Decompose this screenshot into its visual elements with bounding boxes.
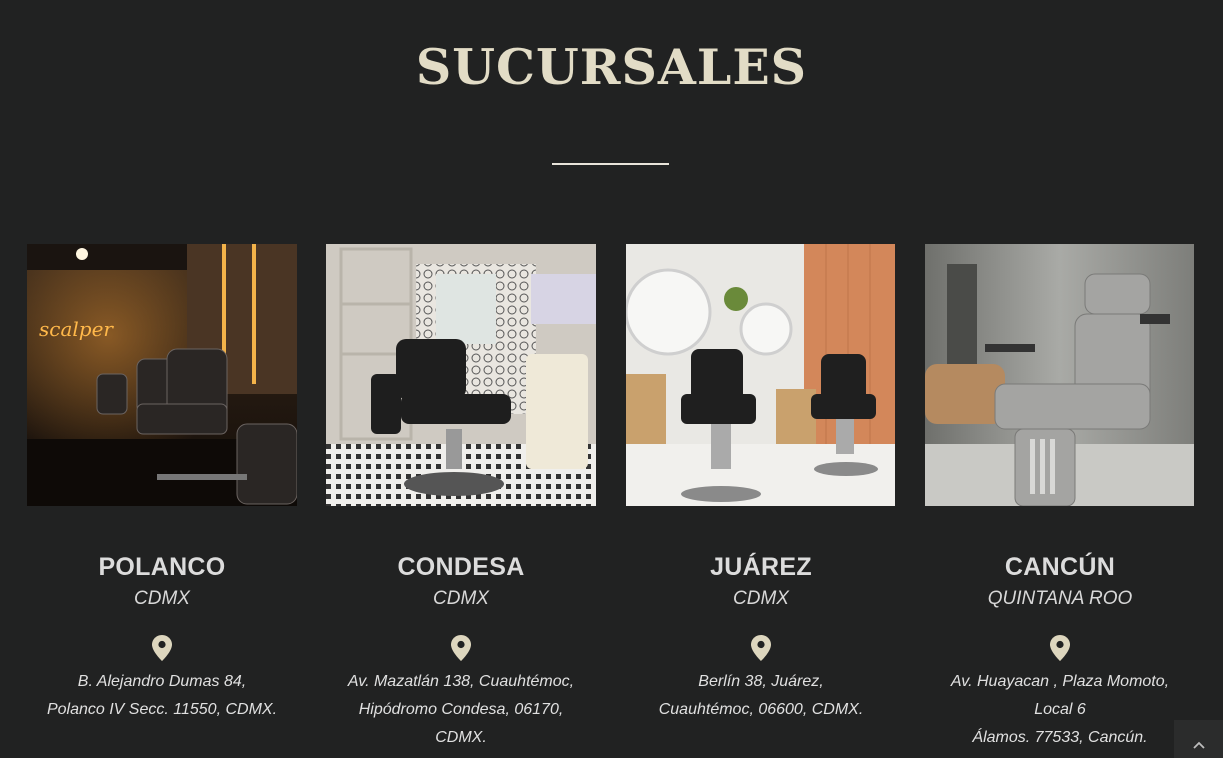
branch-card-juarez: JUÁREZ CDMX Berlín 38, Juárez, Cuauhtémo… [626,244,896,758]
address-line: Hipódromo Condesa, 06170, [358,701,564,718]
branch-name: CANCÚN [1004,553,1116,581]
chevron-up-icon [1192,741,1205,749]
address-line: Av. Huayacan , Plaza Momoto, [950,673,1170,690]
branch-region: QUINTANA ROO [987,588,1133,609]
branch-card-cancun: CANCÚN QUINTANA ROO Av. Huayacan , Plaza… [925,244,1195,758]
branch-photo-polanco[interactable]: scalper [27,244,297,506]
map-pin-icon [152,635,172,661]
scroll-to-top-button[interactable] [1174,720,1223,758]
address-line: Cuauhtémoc, 06600, CDMX. [658,701,864,718]
branch-card-polanco: scalper POLANCO CDMX B. Alejandro Dumas … [27,244,297,758]
branch-address: Berlín 38, Juárez, Cuauhtémoc, 06600, CD… [626,668,896,724]
map-pin-icon [751,635,771,661]
branch-address: Av. Mazatlán 138, Cuauhtémoc, Hipódromo … [326,668,596,752]
address-line: Local 6 [1034,701,1086,718]
branch-region: CDMX [733,588,789,609]
branch-photo-juarez[interactable] [626,244,896,506]
branch-region: CDMX [134,588,190,609]
title-divider [552,163,669,165]
branch-address: Av. Huayacan , Plaza Momoto, Local 6 Ála… [925,668,1195,752]
branch-region: CDMX [433,588,489,609]
address-line: Av. Mazatlán 138, Cuauhtémoc, [347,673,575,690]
address-line: Berlín 38, Juárez, [698,673,824,690]
branch-name: JUÁREZ [710,553,812,581]
map-pin-icon [451,635,471,661]
address-line: CDMX. [435,729,487,746]
section-title: SUCURSALES [415,38,808,96]
address-line: B. Alejandro Dumas 84, [77,673,247,690]
branch-photo-cancun[interactable] [925,244,1195,506]
branch-address: B. Alejandro Dumas 84, Polanco IV Secc. … [27,668,297,724]
branch-card-condesa: CONDESA CDMX Av. Mazatlán 138, Cuauhtémo… [326,244,596,758]
svg-text:scalper: scalper [39,317,114,341]
branch-photo-condesa[interactable] [326,244,596,506]
address-line: Álamos. 77533, Cancún. [972,729,1148,746]
map-pin-icon [1050,635,1070,661]
branch-name: POLANCO [98,553,226,581]
branch-name: CONDESA [397,553,525,581]
address-line: Polanco IV Secc. 11550, CDMX. [46,701,278,718]
